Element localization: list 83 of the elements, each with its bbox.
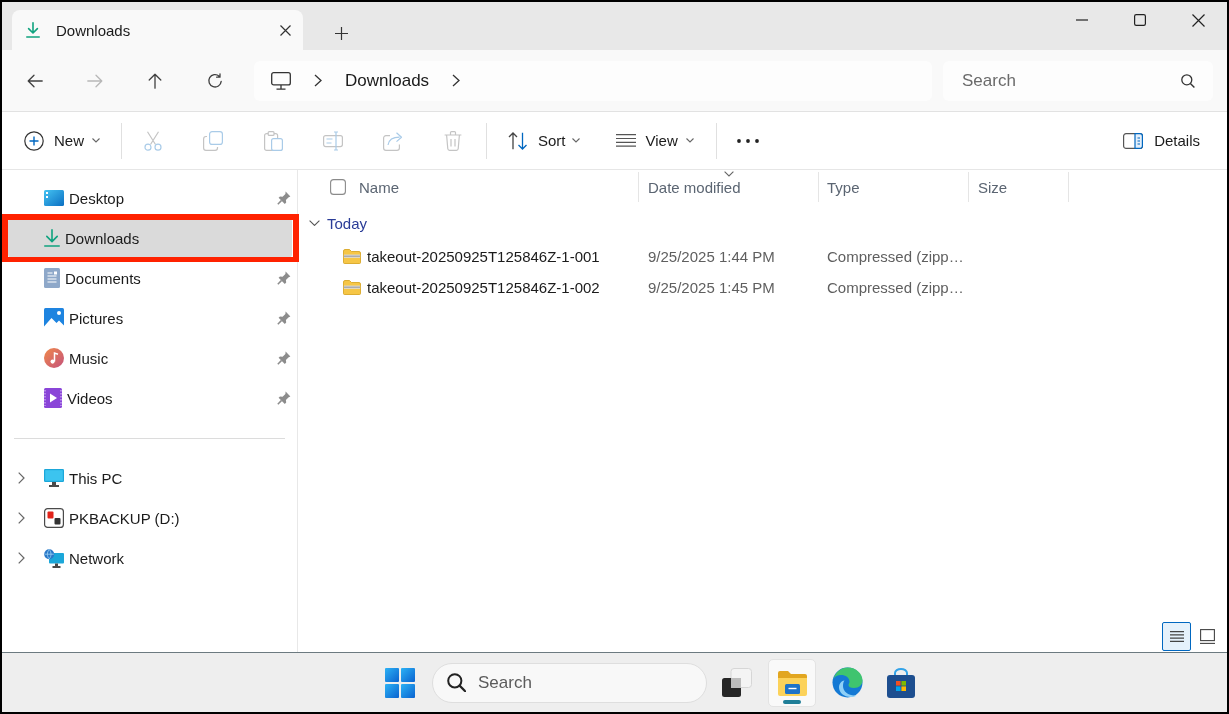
sidebar-item[interactable]: Videos: [8, 383, 292, 413]
chevron-right-icon[interactable]: [18, 552, 25, 564]
monitor-icon: [44, 469, 64, 487]
forward-arrow-icon: [87, 73, 103, 88]
sidebar-item[interactable]: This PC: [8, 463, 292, 493]
zip-folder-icon: [343, 280, 361, 295]
chevron-right-icon: [452, 74, 461, 87]
sidebar-item[interactable]: PKBACKUP (D:): [8, 503, 292, 533]
large-icon-view-icon: [1200, 628, 1215, 644]
drive-icon: [44, 508, 64, 528]
column-header[interactable]: Type: [819, 172, 969, 202]
type-cell-text: Compressed (zipp…: [826, 279, 965, 296]
column-header[interactable]: Name: [350, 172, 639, 202]
rename-icon: [323, 130, 343, 151]
caret-icon: [92, 138, 100, 143]
sidebar-item[interactable]: Desktop: [8, 183, 292, 213]
file-explorer-button[interactable]: [768, 658, 816, 707]
plus-circle-icon: [24, 130, 44, 151]
checkbox[interactable]: [330, 179, 346, 195]
download-icon: [26, 22, 40, 38]
scissors-icon: [144, 130, 162, 151]
sidebar-item[interactable]: Documents: [8, 263, 292, 293]
details-button[interactable]: Details: [1113, 121, 1213, 160]
minimize-icon: [1076, 19, 1088, 21]
copy-icon: [203, 130, 223, 151]
caret-icon: [571, 138, 580, 143]
plus-icon: [334, 26, 348, 40]
task-view-icon: [722, 668, 752, 697]
chevron-right-icon[interactable]: [18, 472, 25, 484]
type-cell-text: Compressed (zipp…: [826, 248, 965, 265]
swirl-logo-icon: [831, 667, 863, 698]
chevron-right-icon: [314, 74, 322, 87]
back-arrow-icon: [27, 73, 43, 88]
address-bar[interactable]: Downloads: [254, 60, 932, 101]
sidebar-item[interactable]: Pictures: [8, 303, 292, 333]
group-header[interactable]: Today: [298, 208, 374, 238]
download-icon: [44, 229, 60, 247]
date-cell-text: 9/25/2025 1:44 PM: [647, 248, 776, 265]
desktop-icon: [44, 190, 64, 206]
search-icon: [1181, 73, 1195, 88]
document-icon: [44, 268, 60, 288]
refresh-icon: [207, 72, 223, 89]
sidebar-item[interactable]: Music: [8, 343, 292, 373]
network-icon: [44, 548, 64, 568]
lines-icon: [615, 134, 636, 147]
close-icon: [279, 24, 291, 36]
zip-folder-icon: [343, 249, 361, 264]
up-arrow-icon: [148, 72, 162, 89]
column-header[interactable]: Size: [969, 172, 1069, 202]
trash-icon: [444, 130, 462, 151]
details-view-button[interactable]: [1162, 621, 1191, 651]
search-field[interactable]: Search: [943, 60, 1213, 101]
more-icon: [736, 138, 759, 143]
maximize-icon: [1134, 14, 1146, 26]
date-cell-text: 9/25/2025 1:45 PM: [647, 279, 776, 296]
details-pane-icon: [1123, 132, 1144, 149]
breadcrumb[interactable]: Downloads: [339, 64, 436, 97]
taskbar-search-field[interactable]: Search: [432, 662, 707, 703]
share-icon: [383, 130, 403, 151]
new-button[interactable]: New: [14, 121, 108, 160]
search-icon: [447, 673, 466, 692]
windows-logo-icon: [385, 667, 415, 698]
picture-icon: [44, 308, 64, 328]
caret-icon: [685, 138, 694, 143]
list-lines-icon: [1169, 630, 1184, 642]
sidebar-item[interactable]: Downloads: [8, 218, 292, 258]
chevron-right-icon[interactable]: [18, 512, 25, 524]
sort-button[interactable]: Sort: [498, 121, 590, 160]
music-note-icon: [44, 348, 64, 368]
sort-arrows-icon: [508, 131, 528, 150]
active-indicator-icon: [783, 699, 801, 704]
clipboard-icon: [263, 130, 283, 151]
close-icon: [1191, 13, 1205, 27]
monitor-icon: [271, 71, 291, 90]
tab[interactable]: Downloads: [12, 10, 303, 50]
folder-icon: [776, 669, 808, 696]
column-header[interactable]: Date modified: [639, 172, 819, 202]
shopping-bag-icon: [886, 667, 916, 698]
file-name-cell: takeout-20250925T125846Z-1-001: [340, 248, 639, 265]
video-icon: [44, 388, 62, 408]
view-button[interactable]: View: [605, 121, 704, 160]
sidebar-item[interactable]: Network: [8, 543, 292, 573]
file-name-cell: takeout-20250925T125846Z-1-002: [340, 279, 639, 296]
